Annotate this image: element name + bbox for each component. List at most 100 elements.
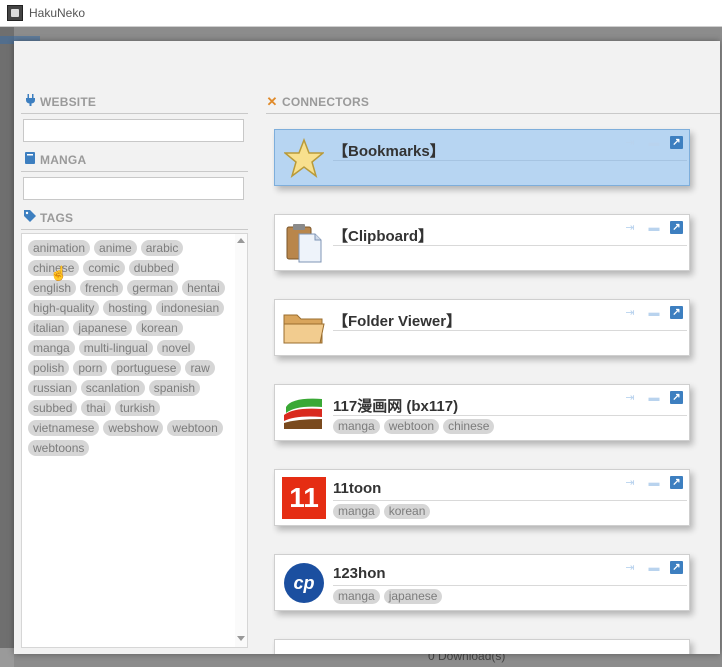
- tags-header-label: TAGS: [40, 210, 74, 225]
- tag-german[interactable]: german: [127, 280, 179, 296]
- scroll-down-icon[interactable]: [237, 636, 245, 641]
- connector-card-next[interactable]: [274, 639, 690, 654]
- tag-italian[interactable]: italian: [28, 320, 70, 336]
- login-icon[interactable]: ⇥: [622, 221, 638, 234]
- tags-scrollbar[interactable]: [235, 234, 247, 647]
- tag-raw[interactable]: raw: [185, 360, 215, 376]
- connector-card-folder-viewer[interactable]: 【Folder Viewer】 ⇥ ▬ ↗: [274, 299, 690, 356]
- website-header-label: WEBSITE: [40, 94, 97, 109]
- connector-actions: ⇥ ▬ ↗: [622, 221, 683, 234]
- login-icon[interactable]: ⇥: [622, 476, 638, 489]
- comment-icon[interactable]: ▬: [646, 476, 662, 489]
- tag-hentai[interactable]: hentai: [182, 280, 225, 296]
- book-icon: [24, 152, 36, 167]
- tag-multi-lingual[interactable]: multi-lingual: [78, 340, 153, 356]
- connector-card-11toon[interactable]: 11 11toon manga korean ⇥ ▬ ↗: [274, 469, 690, 526]
- connector-actions: ⇥ ▬ ↗: [622, 391, 683, 404]
- open-external-icon[interactable]: ↗: [670, 306, 683, 319]
- bx117-logo: [281, 391, 327, 435]
- tags-header: TAGS: [24, 210, 73, 225]
- folder-icon: [281, 306, 327, 350]
- connector-tag: manga: [333, 419, 380, 434]
- manga-divider: [21, 171, 248, 172]
- tag-manga[interactable]: manga: [28, 340, 75, 356]
- connector-card-123hon[interactable]: cp 123hon manga japanese ⇥ ▬ ↗: [274, 554, 690, 611]
- comment-icon[interactable]: ▬: [646, 221, 662, 234]
- tag-spanish[interactable]: spanish: [148, 380, 201, 396]
- connector-title: 117漫画网 (bx117): [333, 398, 459, 415]
- open-external-icon[interactable]: ↗: [670, 391, 683, 404]
- connector-divider: [333, 330, 687, 331]
- connector-tag: manga: [333, 589, 380, 604]
- open-external-icon[interactable]: ↗: [670, 136, 683, 149]
- login-icon[interactable]: ⇥: [622, 391, 638, 404]
- connector-tag: japanese: [383, 589, 443, 604]
- open-external-icon[interactable]: ↗: [670, 221, 683, 234]
- connector-card-bookmarks[interactable]: 【Bookmarks】 ⇥ ▬ ↗: [274, 129, 690, 186]
- star-icon: [281, 136, 327, 180]
- tag-portuguese[interactable]: portuguese: [111, 360, 182, 376]
- plug-icon: [24, 94, 36, 109]
- manga-header: MANGA: [24, 152, 86, 167]
- login-icon[interactable]: ⇥: [622, 561, 638, 574]
- tag-japanese[interactable]: japanese: [73, 320, 133, 336]
- login-icon[interactable]: ⇥: [622, 136, 638, 149]
- comment-icon[interactable]: ▬: [646, 561, 662, 574]
- tag-polish[interactable]: polish: [28, 360, 70, 376]
- tag-russian[interactable]: russian: [28, 380, 77, 396]
- connector-card-clipboard[interactable]: 【Clipboard】 ⇥ ▬ ↗: [274, 214, 690, 271]
- tag-indonesian[interactable]: indonesian: [156, 300, 225, 316]
- 123hon-logo-text: cp: [284, 563, 324, 603]
- open-external-icon[interactable]: ↗: [670, 476, 683, 489]
- tag-novel[interactable]: novel: [156, 340, 196, 356]
- tag-porn[interactable]: porn: [73, 360, 108, 376]
- tag-anime[interactable]: anime: [94, 240, 137, 256]
- tag-scanlation[interactable]: scanlation: [80, 380, 145, 396]
- tag-high-quality[interactable]: high-quality: [28, 300, 100, 316]
- scroll-up-icon[interactable]: [237, 238, 245, 243]
- connector-actions: ⇥ ▬ ↗: [622, 306, 683, 319]
- connectors-divider: [266, 113, 720, 114]
- connector-tag: webtoon: [383, 419, 440, 434]
- tags-icon: [24, 210, 36, 225]
- connector-tags: manga japanese: [333, 589, 443, 604]
- connector-actions: ⇥ ▬ ↗: [622, 136, 683, 149]
- app-icon: [7, 5, 23, 21]
- connector-divider: [333, 160, 687, 161]
- 11toon-logo: 11: [281, 476, 327, 520]
- tag-arabic[interactable]: arabic: [140, 240, 184, 256]
- login-icon[interactable]: ⇥: [622, 306, 638, 319]
- connector-divider: [333, 245, 687, 246]
- tags-divider: [21, 229, 248, 230]
- tag-comic[interactable]: comic: [83, 260, 125, 276]
- connector-card-bx117[interactable]: 117漫画网 (bx117) manga webtoon chinese ⇥ ▬…: [274, 384, 690, 441]
- connector-title: 【Clipboard】: [333, 228, 433, 245]
- tag-webtoon[interactable]: webtoon: [167, 420, 223, 436]
- connector-tag: korean: [383, 504, 431, 519]
- connector-divider: [333, 500, 687, 501]
- tag-korean[interactable]: korean: [136, 320, 183, 336]
- tag-thai[interactable]: thai: [81, 400, 111, 416]
- website-divider: [21, 113, 248, 114]
- comment-icon[interactable]: ▬: [646, 306, 662, 319]
- connector-actions: ⇥ ▬ ↗: [622, 476, 683, 489]
- comment-icon[interactable]: ▬: [646, 136, 662, 149]
- website-filter-input[interactable]: [23, 119, 244, 142]
- tag-english[interactable]: english: [28, 280, 77, 296]
- connectors-header-label: CONNECTORS: [282, 95, 370, 109]
- tag-webshow[interactable]: webshow: [103, 420, 164, 436]
- tag-vietnamese[interactable]: vietnamese: [28, 420, 100, 436]
- manga-filter-input[interactable]: [23, 177, 244, 200]
- tag-animation[interactable]: animation: [28, 240, 91, 256]
- tag-hosting[interactable]: hosting: [103, 300, 153, 316]
- tag-turkish[interactable]: turkish: [114, 400, 161, 416]
- tag-subbed[interactable]: subbed: [28, 400, 78, 416]
- connector-title: 【Bookmarks】: [333, 143, 445, 160]
- tags-list: animation anime arabic chinese comic dubbed en…: [21, 233, 248, 648]
- tag-dubbed[interactable]: dubbed: [128, 260, 179, 276]
- connector-tags: manga korean: [333, 504, 431, 519]
- open-external-icon[interactable]: ↗: [670, 561, 683, 574]
- tag-french[interactable]: french: [80, 280, 124, 296]
- tag-webtoons[interactable]: webtoons: [28, 440, 90, 456]
- comment-icon[interactable]: ▬: [646, 391, 662, 404]
